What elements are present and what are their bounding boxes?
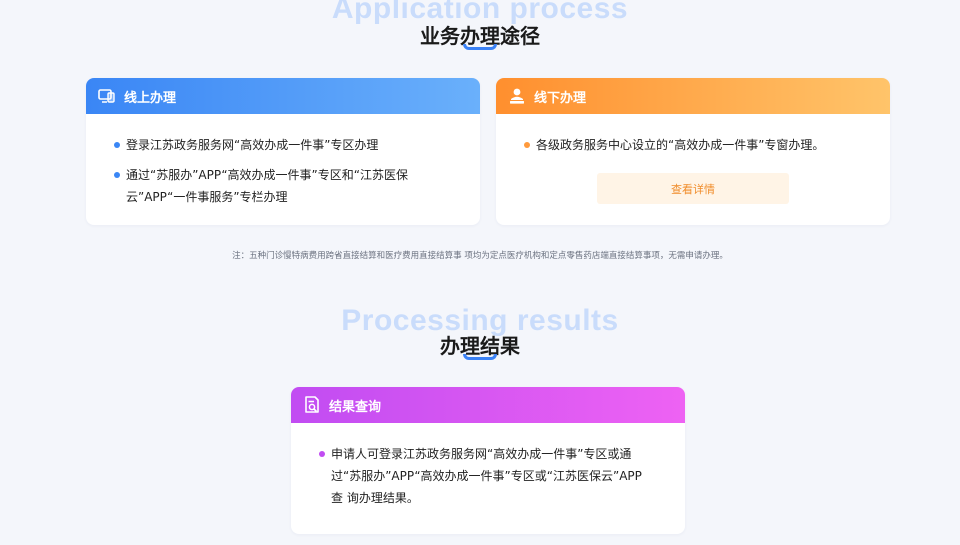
result-query-card: 结果查询 申请人可登录江苏政务服务网“高效办成一件事”专区或通过“苏服办”APP… [291,387,685,534]
person-counter-icon [508,87,526,105]
list-item-text: 通过“苏服办”APP“高效办成一件事”专区和“江苏医保云”APP“一件事服务”专… [126,168,408,204]
title-underline-decoration [463,44,497,50]
online-card-title: 线上办理 [124,90,177,106]
list-item: 登录江苏政务服务网“高效办成一件事”专区办理 [114,134,454,156]
offline-item-list: 各级政务服务中心设立的“高效办成一件事”专窗办理。 [524,134,874,156]
title-underline-decoration [463,354,497,360]
bullet-dot [114,142,120,148]
list-item-text: 各级政务服务中心设立的“高效办成一件事”专窗办理。 [536,138,825,152]
list-item-text: 申请人可登录江苏政务服务网“高效办成一件事”专区或通过“苏服办”APP“高效办成… [331,447,642,505]
query-item-list: 申请人可登录江苏政务服务网“高效办成一件事”专区或通过“苏服办”APP“高效办成… [319,443,653,509]
list-item: 通过“苏服办”APP“高效办成一件事”专区和“江苏医保云”APP“一件事服务”专… [114,164,446,208]
offline-card-title: 线下办理 [534,90,587,106]
list-item: 各级政务服务中心设立的“高效办成一件事”专窗办理。 [524,134,874,156]
online-card: 线上办理 登录江苏政务服务网“高效办成一件事”专区办理 通过“苏服办”APP“高… [86,78,480,225]
bullet-dot [524,142,530,148]
bullet-dot [114,172,120,178]
list-item: 申请人可登录江苏政务服务网“高效办成一件事”专区或通过“苏服办”APP“高效办成… [319,443,653,509]
devices-icon [98,87,116,105]
footnote: 注：五种门诊慢特病费用跨省直接结算和医疗费用直接结算事 项均为定点医疗机构和定点… [232,251,728,261]
document-search-icon [303,396,321,414]
query-card-header: 结果查询 [291,387,685,423]
online-item-list: 登录江苏政务服务网“高效办成一件事”专区办理 通过“苏服办”APP“高效办成一件… [114,134,454,208]
bullet-dot [319,451,325,457]
offline-card-header: 线下办理 [496,78,890,114]
query-card-title: 结果查询 [329,399,382,415]
view-details-button[interactable]: 查看详情 [597,173,789,204]
offline-card: 线下办理 各级政务服务中心设立的“高效办成一件事”专窗办理。 查看详情 [496,78,890,225]
online-card-header: 线上办理 [86,78,480,114]
list-item-text: 登录江苏政务服务网“高效办成一件事”专区办理 [126,138,379,152]
